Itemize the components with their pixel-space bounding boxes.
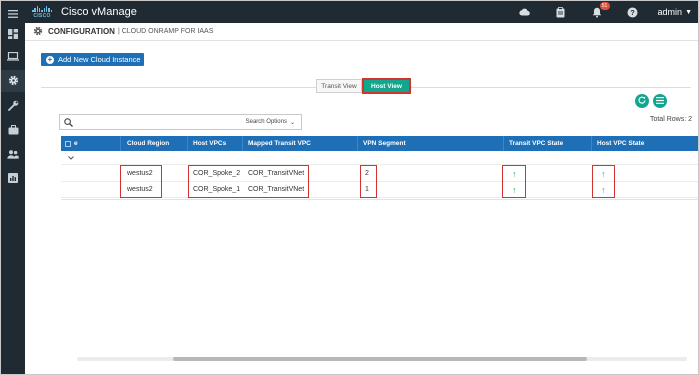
menu-icon[interactable] (1, 3, 25, 25)
transit-view-tab[interactable]: Transit View (316, 79, 362, 93)
help-icon[interactable]: ? (626, 5, 640, 19)
column-header-host-vpcs[interactable]: Host VPCs (188, 136, 243, 151)
column-header-host-vpc-state[interactable]: Host VPC State (592, 136, 698, 151)
gear-icon (8, 75, 19, 88)
chevron-down-icon[interactable] (63, 151, 74, 164)
logo-word: CISCO (33, 13, 51, 19)
refresh-button[interactable] (635, 94, 649, 108)
app-title: Cisco vManage (61, 6, 137, 18)
search-options-label: Search Options (245, 119, 287, 125)
highlight-transit-vpc-state (502, 165, 526, 198)
cisco-logo: CISCO (31, 5, 53, 19)
wrench-icon[interactable] (1, 94, 25, 116)
user-name: admin (657, 7, 683, 17)
sidebar-item-configuration[interactable] (1, 70, 25, 92)
group-row[interactable] (61, 151, 698, 165)
search-input[interactable] (76, 115, 244, 129)
clipboard-icon[interactable] (554, 5, 568, 19)
search-options-dropdown[interactable]: Search Options ⌄ (244, 119, 301, 126)
analytics-icon[interactable] (1, 167, 25, 189)
search-icon (60, 115, 76, 129)
gear-icon (33, 26, 43, 38)
monitor-icon[interactable] (1, 45, 25, 67)
top-bar: CISCO Cisco vManage 51 ? admin ▼ (1, 1, 698, 23)
briefcase-icon[interactable] (1, 119, 25, 141)
table-header: e Cloud Region Host VPCs Mapped Transit … (61, 136, 698, 151)
add-cloud-instance-label: Add New Cloud Instance (58, 55, 141, 64)
host-view-tab[interactable]: Host View (362, 78, 411, 94)
breadcrumb: CONFIGURATION | CLOUD ONRAMP FOR IAAS (25, 23, 698, 41)
add-cloud-instance-button[interactable]: + Add New Cloud Instance (41, 53, 144, 66)
plus-icon: + (46, 54, 54, 64)
list-icon (656, 96, 664, 106)
refresh-icon (638, 96, 646, 106)
horizontal-scrollbar[interactable] (77, 357, 687, 361)
cloud-icon[interactable] (518, 5, 532, 19)
highlight-vpn-segment (360, 165, 377, 198)
notification-badge: 51 (599, 2, 610, 10)
user-menu[interactable]: admin ▼ (658, 7, 692, 17)
chevron-down-icon: ▼ (685, 8, 692, 16)
highlight-host-and-transit-vpc (188, 165, 309, 198)
users-icon[interactable] (1, 143, 25, 165)
svg-text:?: ? (630, 8, 635, 17)
chevron-down-icon: ⌄ (289, 119, 295, 126)
breadcrumb-current: | CLOUD ONRAMP FOR IAAS (117, 28, 214, 35)
dashboard-icon[interactable] (1, 23, 25, 45)
column-header-vpn-segment[interactable]: VPN Segment (358, 136, 504, 151)
column-header-transit-vpc-state[interactable]: Transit VPC State (504, 136, 592, 151)
sidebar (1, 10, 25, 374)
highlight-cloud-region (120, 165, 162, 198)
column-header[interactable]: e (61, 136, 121, 151)
bell-icon[interactable]: 51 (590, 2, 610, 19)
scrollbar-thumb[interactable] (173, 357, 587, 361)
highlight-host-vpc-state (592, 165, 615, 198)
breadcrumb-configuration[interactable]: CONFIGURATION (48, 27, 115, 36)
column-header-cloud-region[interactable]: Cloud Region (122, 136, 188, 151)
top-icons: 51 ? admin ▼ (496, 1, 692, 23)
app-frame: CISCO Cisco vManage 51 ? admin ▼ CONFIGU… (0, 0, 699, 375)
search-bar: Search Options ⌄ (59, 114, 302, 130)
view-toggle: Transit View Host View (316, 78, 413, 94)
select-all-checkbox[interactable] (65, 140, 71, 147)
brand[interactable]: CISCO Cisco vManage (31, 4, 137, 20)
column-header-mapped-transit-vpc[interactable]: Mapped Transit VPC (243, 136, 358, 151)
table-settings-button[interactable] (653, 94, 667, 108)
total-rows: Total Rows: 2 (649, 116, 692, 123)
